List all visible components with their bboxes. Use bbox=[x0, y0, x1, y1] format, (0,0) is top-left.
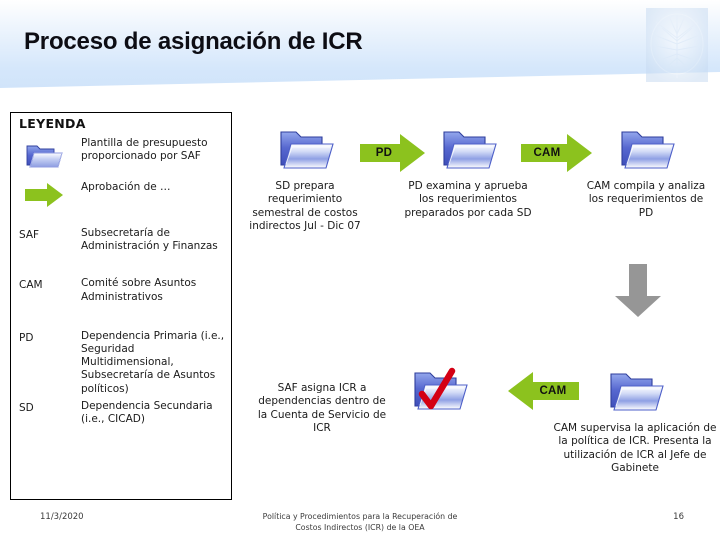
flow-node-caption: SD prepara requerimiento semestral de co… bbox=[249, 180, 361, 233]
legend-item-key: PD bbox=[19, 331, 34, 344]
legend-item-key: SD bbox=[19, 401, 34, 414]
flow-node-cam-compila: CAM compila y analiza los requerimientos… bbox=[580, 118, 712, 220]
folder-check-icon bbox=[408, 362, 474, 420]
legend-folder-icon-cell bbox=[19, 137, 81, 175]
connector-label-pd: PD bbox=[375, 147, 393, 159]
folder-icon bbox=[604, 363, 666, 419]
oea-tree-emblem-icon bbox=[646, 8, 708, 82]
legend-item-key: CAM bbox=[19, 279, 43, 292]
legend-item-pd: PD Dependencia Primaria (i.e., Seguridad… bbox=[11, 330, 233, 396]
legend-item-desc: Subsecretaría de Administración y Finanz… bbox=[81, 227, 218, 253]
legend-item-desc: Dependencia Primaria (i.e., Seguridad Mu… bbox=[81, 329, 225, 395]
connector-label-cam-right: CAM bbox=[533, 147, 561, 159]
legend-item-desc: Comité sobre Asuntos Administrativos bbox=[81, 277, 197, 303]
flow-node-caption: PD examina y aprueba los requerimientos … bbox=[404, 180, 532, 219]
flow-node-caption: CAM compila y analiza los requerimientos… bbox=[586, 180, 706, 219]
footer-page-number: 16 bbox=[673, 512, 684, 522]
flow-node-pd-examina: PD examina y aprueba los requerimientos … bbox=[404, 118, 532, 220]
flow-node-saf-asigna: SAF asigna ICR a dependencias dentro de … bbox=[252, 382, 392, 436]
legend-item-saf: SAF Subsecretaría de Administración y Fi… bbox=[11, 227, 233, 253]
folder-icon-wrap bbox=[404, 118, 532, 180]
legend-box: LEYENDA Plantilla de presupuesto proporc… bbox=[10, 112, 232, 500]
page-title: Proceso de asignación de ICR bbox=[24, 28, 363, 55]
folder-icon bbox=[615, 121, 677, 177]
legend-arrow-icon-cell bbox=[19, 181, 81, 209]
legend-rows: Plantilla de presupuesto proporcionado p… bbox=[11, 137, 233, 433]
legend-item-desc: Plantilla de presupuesto proporcionado p… bbox=[81, 137, 208, 163]
footer-center: Política y Procedimientos para la Recupe… bbox=[0, 511, 720, 533]
legend-item-aprobacion: Aprobación de … bbox=[11, 181, 233, 209]
folder-icon-wrap bbox=[552, 360, 718, 422]
footer-center-line2: Costos Indirectos (ICR) de la OEA bbox=[295, 523, 425, 532]
legend-item-desc: Aprobación de … bbox=[81, 181, 171, 193]
connector-arrow-down bbox=[607, 262, 669, 320]
flow-node-caption: SAF asigna ICR a dependencias dentro de … bbox=[257, 382, 387, 435]
legend-item-plantilla: Plantilla de presupuesto proporcionado p… bbox=[11, 137, 233, 175]
folder-icon-wrap bbox=[247, 118, 363, 180]
legend-item-desc: Dependencia Secundaria (i.e., CICAD) bbox=[81, 399, 213, 426]
legend-item-sd: SD Dependencia Secundaria (i.e., CICAD) bbox=[11, 400, 233, 426]
legend-item-key: SAF bbox=[19, 229, 40, 241]
folder-icon bbox=[437, 121, 499, 177]
folder-icon-wrap bbox=[580, 118, 712, 180]
green-arrow-icon bbox=[23, 181, 67, 209]
legend-title: LEYENDA bbox=[19, 116, 86, 131]
flow-node-sd-prepara: SD prepara requerimiento semestral de co… bbox=[247, 118, 363, 234]
footer-center-line1: Política y Procedimientos para la Recupe… bbox=[262, 512, 458, 521]
legend-item-cam: CAM Comité sobre Asuntos Administrativos bbox=[11, 277, 233, 303]
folder-icon bbox=[274, 121, 336, 177]
flow-node-cam-supervisa: CAM supervisa la aplicación de la políti… bbox=[552, 360, 718, 476]
folder-check-icon-wrap bbox=[408, 362, 474, 420]
folder-icon bbox=[23, 137, 65, 175]
gray-arrow-down-icon bbox=[615, 264, 661, 317]
flow-node-caption: CAM supervisa la aplicación de la políti… bbox=[553, 422, 717, 475]
